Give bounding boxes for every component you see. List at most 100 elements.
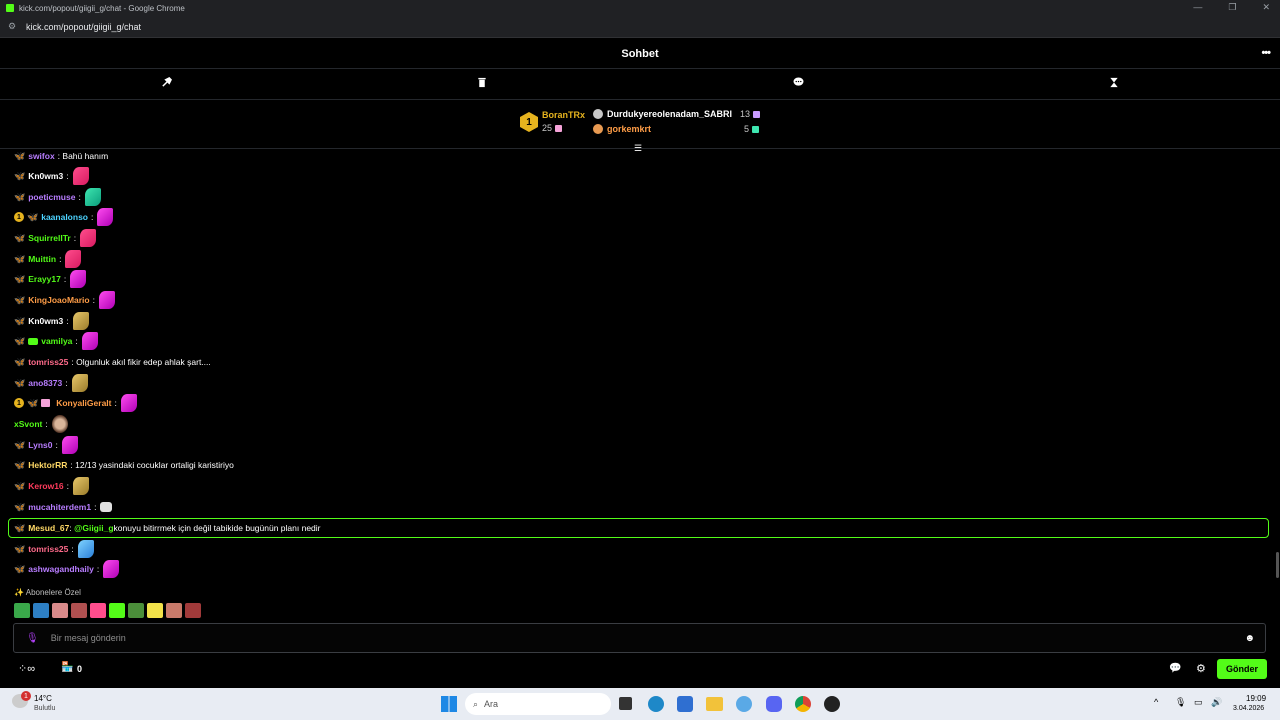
- address-bar[interactable]: ⚙ kick.com/popout/giigii_g/chat: [0, 16, 1280, 38]
- frog-emote-icon[interactable]: [14, 603, 30, 618]
- message-username[interactable]: poeticmuse: [28, 192, 75, 202]
- message-username[interactable]: Kn0wm3: [28, 316, 63, 326]
- subscriber-badge-icon: 🦋: [14, 150, 26, 161]
- taskbar-search[interactable]: ⌕ Ara: [465, 693, 611, 715]
- character-emote-icon[interactable]: [166, 603, 182, 618]
- leader-third-name[interactable]: gorkemkrt: [607, 124, 651, 134]
- chat-input-box[interactable]: 🎙 ☻: [13, 623, 1266, 653]
- butterfly-emote-icon: [72, 167, 89, 185]
- frog-two-emote-icon[interactable]: [128, 603, 144, 618]
- send-button[interactable]: Gönder: [1217, 659, 1267, 679]
- message-username[interactable]: ashwagandhaily: [28, 564, 94, 574]
- edge-icon[interactable]: [648, 696, 664, 712]
- subscriber-badge-icon: 🦋: [14, 170, 26, 181]
- chat-message: 🦋 tomriss25: Olgunluk akıl fikir edep ahl…: [14, 353, 211, 371]
- tray-chevron-icon[interactable]: ^: [1154, 697, 1158, 707]
- message-username[interactable]: Lyns0: [28, 440, 52, 450]
- chat-scrollbar[interactable]: [1276, 552, 1279, 578]
- chat-message: 🦋 vamilya:: [14, 332, 98, 350]
- subscriber-badge-icon: 🦋: [14, 232, 26, 243]
- message-username[interactable]: SquirrelITr: [28, 233, 71, 243]
- butterfly-emote-icon[interactable]: [90, 603, 106, 618]
- chrome-icon[interactable]: [795, 696, 811, 712]
- chat-bubble-icon[interactable]: [791, 77, 805, 90]
- subs-label-text: Abonelere Özel: [25, 588, 81, 597]
- microphone-icon[interactable]: 🎙: [26, 633, 39, 644]
- clock-date[interactable]: 3.04.2026: [1233, 705, 1264, 712]
- settings-gear-icon[interactable]: ⚙: [1196, 662, 1206, 675]
- close-icon[interactable]: ✕: [1262, 2, 1270, 13]
- chat-message: 🦋 Kn0wm3:: [14, 312, 89, 330]
- face-emote-icon[interactable]: [52, 603, 68, 618]
- leader-first-count: 25: [542, 123, 563, 133]
- users-infinity-icon[interactable]: ⁘∞: [18, 662, 35, 675]
- message-username[interactable]: Muittin: [28, 254, 56, 264]
- rank-three-icon: [593, 124, 603, 134]
- butterfly-emote-icon: [120, 394, 137, 412]
- subscriber-emote-bar: [14, 603, 201, 618]
- butterfly-emote-icon: [70, 270, 87, 288]
- message-text: :: [114, 398, 117, 408]
- obs-icon[interactable]: [824, 696, 840, 712]
- leader-third-count: 5: [744, 124, 760, 134]
- store-app-icon[interactable]: [677, 696, 693, 712]
- message-username[interactable]: swifox: [28, 151, 54, 161]
- message-username[interactable]: xSvont: [14, 419, 42, 429]
- message-username[interactable]: ano8373: [28, 378, 62, 388]
- message-text: :: [78, 192, 81, 202]
- hammer-icon[interactable]: [159, 77, 173, 91]
- character-two-emote-icon[interactable]: [185, 603, 201, 618]
- message-username[interactable]: vamilya: [41, 336, 72, 346]
- network-tray-icon[interactable]: ▭: [1194, 697, 1203, 708]
- message-text: :: [73, 233, 77, 243]
- network-app-icon[interactable]: [736, 696, 752, 712]
- emoji-picker-icon[interactable]: ☻: [1244, 633, 1255, 644]
- duck-emote-icon[interactable]: [147, 603, 163, 618]
- frog-hat-emote-icon[interactable]: [33, 603, 49, 618]
- weather-desc: Bulutlu: [34, 705, 56, 712]
- message-username[interactable]: tomriss25: [28, 357, 68, 367]
- chat-settings-bubble-icon[interactable]: 💬: [1169, 663, 1181, 674]
- message-username[interactable]: Kn0wm3: [28, 171, 63, 181]
- chat-message-input[interactable]: [50, 633, 1201, 643]
- restore-icon[interactable]: ❐: [1228, 2, 1236, 13]
- subscriber-badge-icon: 🦋: [14, 459, 26, 470]
- chat-message: 🦋 Lyns0:: [14, 436, 78, 454]
- blue-butterfly-emote-icon: [77, 540, 94, 558]
- chat-message: 🦋 KingJoaoMario:: [14, 291, 115, 309]
- chat-message: 1 🦋 kaanalonso:: [14, 208, 114, 226]
- gift-badge-icon: [41, 399, 51, 407]
- message-username[interactable]: KonyaliGeralt: [56, 398, 111, 408]
- hourglass-icon[interactable]: [1107, 77, 1121, 91]
- message-username[interactable]: HektorRR: [28, 460, 67, 470]
- windows-start-icon[interactable]: [441, 696, 457, 712]
- store-icon[interactable]: 🏪: [61, 662, 73, 673]
- message-username[interactable]: Erayy17: [28, 274, 61, 284]
- url-text[interactable]: kick.com/popout/giigii_g/chat: [26, 22, 141, 32]
- message-text: :: [66, 316, 69, 326]
- message-username[interactable]: kaanalonso: [41, 212, 88, 222]
- minimize-icon[interactable]: —: [1193, 2, 1202, 13]
- clock-time[interactable]: 19:09: [1246, 694, 1266, 703]
- mic-tray-icon[interactable]: 🎙: [1175, 697, 1186, 708]
- message-username[interactable]: Kerow16: [28, 481, 63, 491]
- message-username[interactable]: tomriss25: [28, 544, 68, 554]
- subscriber-badge-icon: 🦋: [14, 563, 26, 574]
- rank-two-icon: [593, 109, 603, 119]
- more-options-icon[interactable]: •••: [1261, 47, 1271, 59]
- site-info-icon[interactable]: ⚙: [8, 21, 18, 32]
- file-explorer-icon[interactable]: [706, 697, 723, 711]
- message-username[interactable]: mucahiterdem1: [28, 502, 91, 512]
- face-two-emote-icon[interactable]: [71, 603, 87, 618]
- message-username[interactable]: KingJoaoMario: [28, 295, 89, 305]
- task-view-icon[interactable]: [619, 697, 632, 710]
- discord-icon[interactable]: [766, 696, 782, 712]
- leader-second-count-value: 13: [740, 109, 751, 119]
- message-text: :: [91, 212, 94, 222]
- trash-icon[interactable]: [475, 77, 489, 91]
- search-placeholder: Ara: [484, 699, 499, 709]
- volume-tray-icon[interactable]: 🔊: [1211, 697, 1222, 708]
- leader-first-name[interactable]: BoranTRx: [542, 110, 585, 120]
- green-blob-emote-icon[interactable]: [109, 603, 125, 618]
- leader-second-name[interactable]: Durdukyereolenadam_SABRI: [607, 109, 732, 119]
